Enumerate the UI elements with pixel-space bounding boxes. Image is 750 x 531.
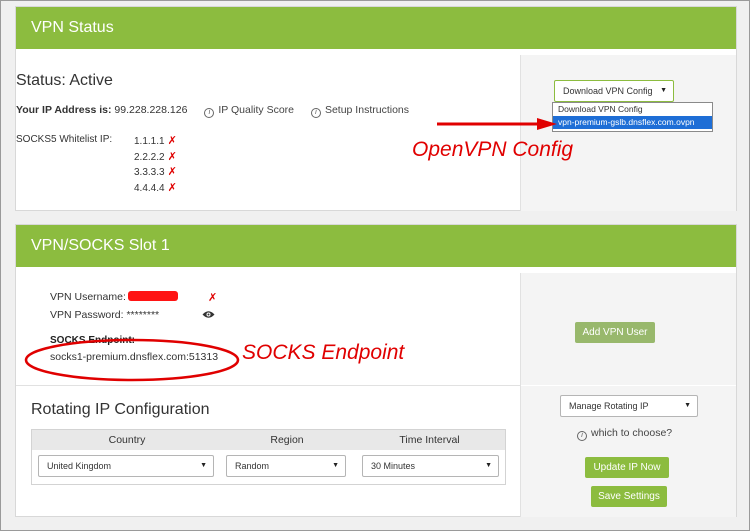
region-selected: Random bbox=[235, 461, 270, 471]
whitelist-item: 3.3.3.3 ✗ bbox=[134, 165, 177, 181]
interval-selected: 30 Minutes bbox=[371, 461, 416, 471]
country-select[interactable]: United Kingdom ▼ bbox=[38, 455, 214, 477]
region-select[interactable]: Random ▼ bbox=[226, 455, 346, 477]
password-value: ******** bbox=[126, 309, 160, 321]
cross-mark-icon[interactable]: ✗ bbox=[208, 291, 217, 304]
caret-down-icon: ▼ bbox=[684, 402, 691, 409]
vpn-config-selected: Download VPN Config bbox=[563, 86, 653, 96]
whitelist-item: 4.4.4.4 ✗ bbox=[134, 181, 177, 197]
whitelist-label: SOCKS5 Whitelist IP: bbox=[16, 134, 113, 145]
cross-mark-icon[interactable]: ✗ bbox=[168, 135, 177, 147]
country-selected: United Kingdom bbox=[47, 461, 112, 471]
caret-down-icon: ▼ bbox=[485, 462, 492, 469]
add-vpn-user-button[interactable]: Add VPN User bbox=[575, 322, 655, 343]
setup-instructions-label: Setup Instructions bbox=[324, 104, 409, 116]
column-time-interval: Time Interval bbox=[399, 434, 460, 446]
column-country: Country bbox=[108, 434, 146, 446]
rotating-ip-title: Rotating IP Configuration bbox=[31, 401, 210, 418]
which-to-choose-link[interactable]: i which to choose? bbox=[577, 427, 672, 441]
setup-instructions-link[interactable]: i Setup Instructions bbox=[310, 104, 409, 118]
annotation-arrow-icon bbox=[437, 118, 557, 130]
password-row: VPN Password: ******** bbox=[50, 309, 159, 321]
info-circle-icon: i bbox=[310, 108, 321, 118]
caret-down-icon: ▼ bbox=[660, 87, 667, 94]
caret-down-icon: ▼ bbox=[200, 462, 207, 469]
which-to-choose-label: which to choose? bbox=[591, 427, 673, 439]
save-settings-button[interactable]: Save Settings bbox=[591, 486, 667, 507]
vpn-config-option[interactable]: Download VPN Config bbox=[553, 103, 712, 116]
info-circle-icon: i bbox=[204, 108, 215, 118]
whitelist-list: 1.1.1.1 ✗ 2.2.2.2 ✗ 3.3.3.3 ✗ 4.4.4.4 ✗ bbox=[134, 134, 177, 196]
username-label: VPN Username: bbox=[50, 291, 126, 303]
openvpn-annotation: OpenVPN Config bbox=[412, 138, 574, 161]
whitelist-ip: 1.1.1.1 bbox=[134, 136, 165, 147]
ip-value: 99.228.228.126 bbox=[114, 104, 188, 116]
ip-label: Your IP Address is: bbox=[16, 104, 112, 116]
ip-quality-link[interactable]: i IP Quality Score bbox=[204, 104, 295, 118]
cross-mark-icon[interactable]: ✗ bbox=[168, 166, 177, 178]
manage-rotating-selected: Manage Rotating IP bbox=[569, 401, 649, 411]
cross-mark-icon[interactable]: ✗ bbox=[168, 182, 177, 194]
annotation-ellipse-icon bbox=[24, 338, 240, 382]
password-label: VPN Password: bbox=[50, 309, 124, 321]
caret-down-icon: ▼ bbox=[332, 462, 339, 469]
whitelist-ip: 4.4.4.4 bbox=[134, 182, 165, 194]
whitelist-ip: 2.2.2.2 bbox=[134, 151, 165, 163]
username-row: VPN Username: bbox=[50, 291, 178, 303]
manage-rotating-ip-select[interactable]: Manage Rotating IP ▼ bbox=[560, 395, 698, 417]
status-title: Status: Active bbox=[16, 72, 113, 89]
whitelist-ip: 3.3.3.3 bbox=[134, 167, 165, 178]
rotating-table-header: Country Region Time Interval bbox=[32, 430, 505, 450]
vpn-config-select[interactable]: Download VPN Config ▼ bbox=[554, 80, 674, 102]
vpn-config-options: Download VPN Config vpn-premium-gslb.dns… bbox=[552, 102, 713, 132]
column-region: Region bbox=[270, 434, 304, 446]
update-ip-now-button[interactable]: Update IP Now bbox=[585, 457, 669, 478]
info-circle-icon: i bbox=[577, 431, 587, 441]
ip-quality-label: IP Quality Score bbox=[218, 104, 295, 116]
time-interval-select[interactable]: 30 Minutes ▼ bbox=[362, 455, 499, 477]
vpn-config-option-ovpn[interactable]: vpn-premium-gslb.dnsflex.com.ovpn bbox=[553, 116, 712, 129]
socks-endpoint-annotation: SOCKS Endpoint bbox=[242, 341, 405, 364]
ip-address-line: Your IP Address is: 99.228.228.126 i IP Q… bbox=[16, 104, 409, 118]
whitelist-item: 2.2.2.2 ✗ bbox=[134, 150, 177, 166]
cross-mark-icon[interactable]: ✗ bbox=[168, 151, 177, 163]
whitelist-item: 1.1.1.1 ✗ bbox=[134, 134, 177, 150]
section-divider bbox=[16, 385, 521, 386]
status-side-panel bbox=[520, 55, 736, 211]
vpn-status-header: VPN Status bbox=[16, 7, 736, 49]
vpn-dashboard: VPN Status Status: Active Your IP Addres… bbox=[0, 0, 750, 531]
eye-icon[interactable] bbox=[202, 310, 215, 319]
vpn-slot-header: VPN/SOCKS Slot 1 bbox=[16, 225, 736, 267]
username-redaction bbox=[127, 291, 178, 301]
